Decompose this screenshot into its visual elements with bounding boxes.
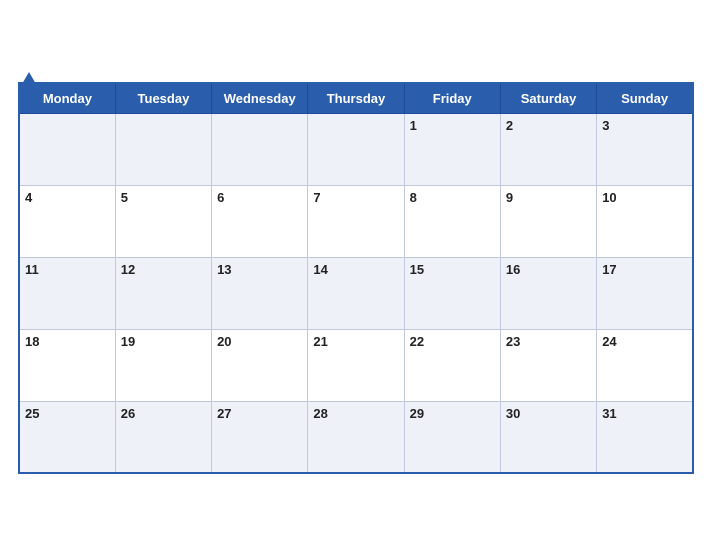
calendar-day-empty: [115, 113, 211, 185]
calendar-day-18: 18: [19, 329, 115, 401]
calendar-week-row: 45678910: [19, 185, 693, 257]
calendar-day-29: 29: [404, 401, 500, 473]
calendar-day-2: 2: [500, 113, 596, 185]
calendar-day-4: 4: [19, 185, 115, 257]
calendar-day-16: 16: [500, 257, 596, 329]
calendar-day-6: 6: [212, 185, 308, 257]
weekday-header-friday: Friday: [404, 83, 500, 114]
calendar-day-24: 24: [597, 329, 693, 401]
calendar-day-30: 30: [500, 401, 596, 473]
weekday-header-row: MondayTuesdayWednesdayThursdayFridaySatu…: [19, 83, 693, 114]
calendar-header: [18, 68, 694, 76]
calendar-day-empty: [308, 113, 404, 185]
calendar-day-empty: [212, 113, 308, 185]
calendar-day-28: 28: [308, 401, 404, 473]
calendar-day-31: 31: [597, 401, 693, 473]
calendar-day-9: 9: [500, 185, 596, 257]
calendar-week-row: 25262728293031: [19, 401, 693, 473]
weekday-header-saturday: Saturday: [500, 83, 596, 114]
calendar-day-empty: [19, 113, 115, 185]
calendar-day-8: 8: [404, 185, 500, 257]
logo-blue-text: [18, 72, 36, 84]
calendar-day-20: 20: [212, 329, 308, 401]
calendar-wrapper: MondayTuesdayWednesdayThursdayFridaySatu…: [0, 58, 712, 493]
weekday-header-thursday: Thursday: [308, 83, 404, 114]
calendar-day-17: 17: [597, 257, 693, 329]
calendar-day-1: 1: [404, 113, 500, 185]
calendar-day-15: 15: [404, 257, 500, 329]
calendar-day-21: 21: [308, 329, 404, 401]
calendar-day-22: 22: [404, 329, 500, 401]
logo: [18, 72, 36, 84]
calendar-week-row: 11121314151617: [19, 257, 693, 329]
calendar-day-19: 19: [115, 329, 211, 401]
calendar-day-7: 7: [308, 185, 404, 257]
calendar-day-11: 11: [19, 257, 115, 329]
calendar-day-23: 23: [500, 329, 596, 401]
calendar-table: MondayTuesdayWednesdayThursdayFridaySatu…: [18, 82, 694, 475]
calendar-day-26: 26: [115, 401, 211, 473]
weekday-header-tuesday: Tuesday: [115, 83, 211, 114]
calendar-week-row: 123: [19, 113, 693, 185]
calendar-day-12: 12: [115, 257, 211, 329]
calendar-day-3: 3: [597, 113, 693, 185]
calendar-day-14: 14: [308, 257, 404, 329]
calendar-week-row: 18192021222324: [19, 329, 693, 401]
logo-triangle-icon: [22, 72, 36, 84]
weekday-header-wednesday: Wednesday: [212, 83, 308, 114]
calendar-day-13: 13: [212, 257, 308, 329]
calendar-day-5: 5: [115, 185, 211, 257]
calendar-day-10: 10: [597, 185, 693, 257]
calendar-day-25: 25: [19, 401, 115, 473]
weekday-header-monday: Monday: [19, 83, 115, 114]
calendar-day-27: 27: [212, 401, 308, 473]
weekday-header-sunday: Sunday: [597, 83, 693, 114]
